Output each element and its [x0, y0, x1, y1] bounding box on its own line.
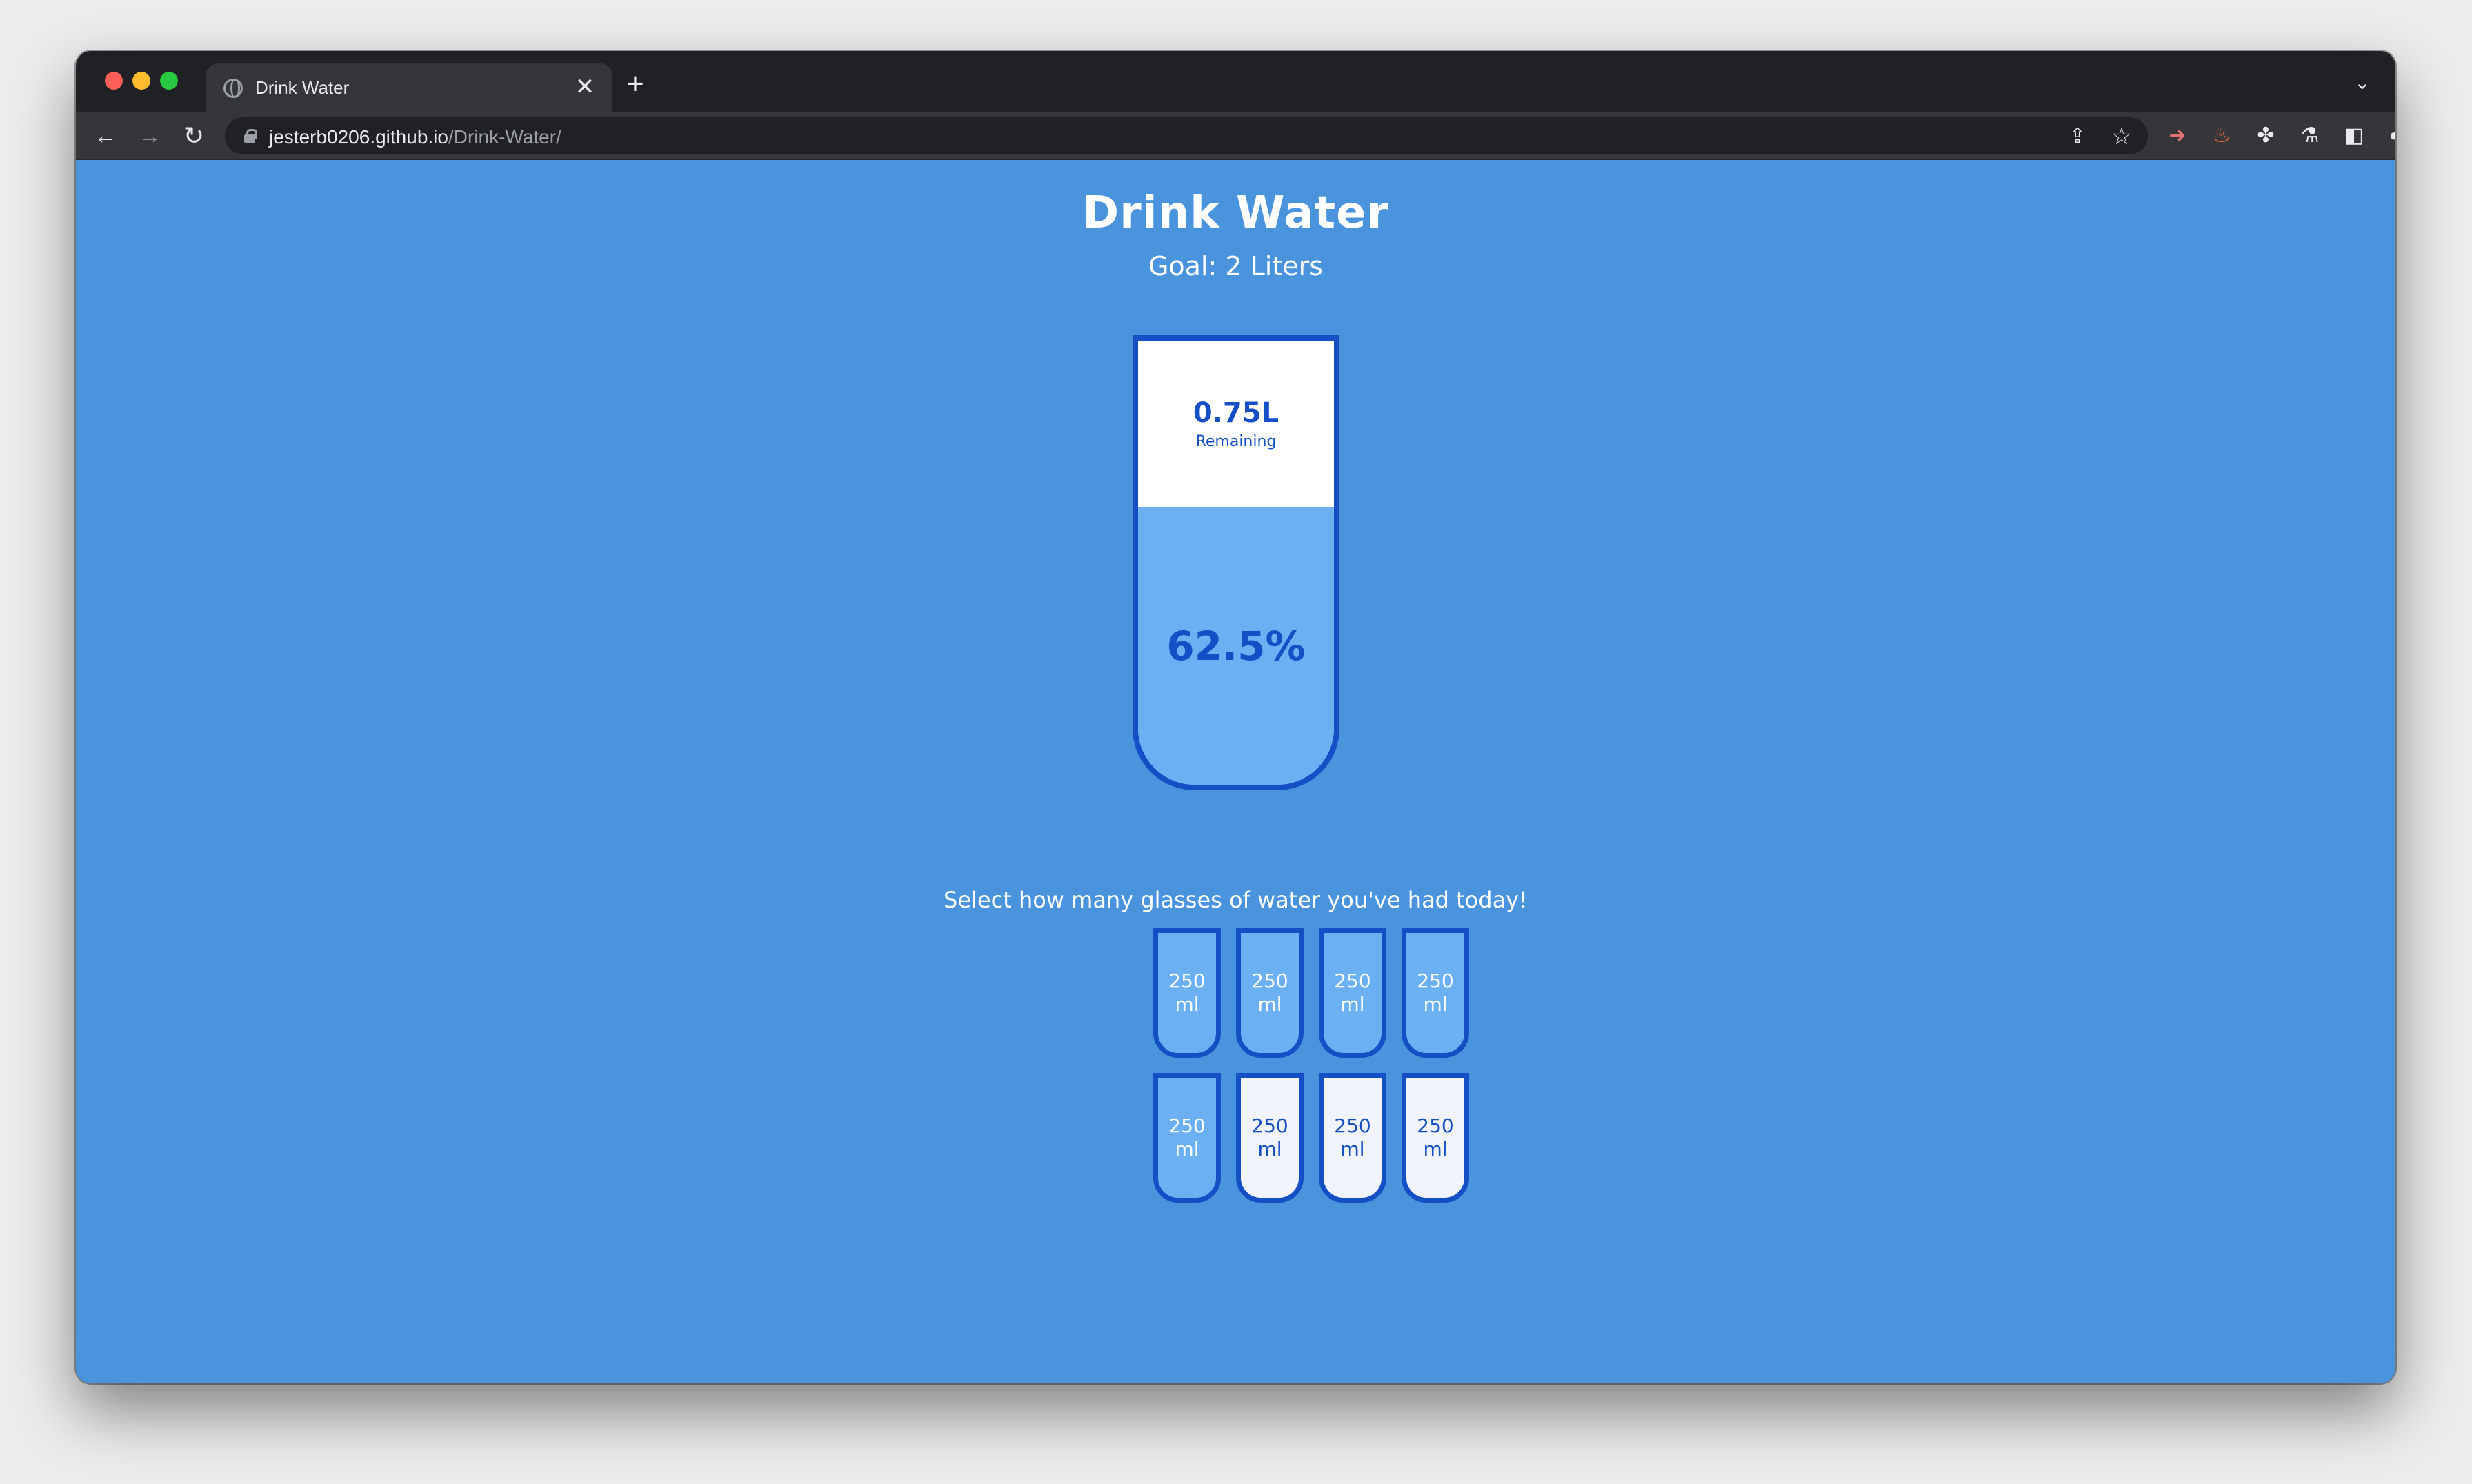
- remained-label: Remaining: [1195, 433, 1277, 450]
- tab-search-chevron-icon[interactable]: ⌄: [2349, 69, 2376, 97]
- cup-unit: ml: [1257, 1138, 1282, 1161]
- labs-flask-icon[interactable]: ⚗: [2294, 120, 2326, 152]
- cup-unit: ml: [1423, 1138, 1448, 1161]
- small-cup[interactable]: 250 ml: [1319, 928, 1386, 1058]
- new-tab-button[interactable]: +: [619, 69, 651, 101]
- profile-icon[interactable]: ●: [2378, 120, 2395, 152]
- percentage-text: 62.5%: [1166, 622, 1306, 670]
- remained-section: 0.75L Remaining: [1138, 341, 1334, 507]
- cup-unit: ml: [1175, 1138, 1199, 1161]
- cup-amount: 250: [1417, 970, 1454, 992]
- cup-unit: ml: [1340, 1138, 1365, 1161]
- tab-title: Drink Water: [255, 77, 350, 98]
- remained-value: 0.75L: [1193, 397, 1279, 429]
- address-bar[interactable]: jesterb0206.github.io/Drink-Water/ ⇪ ☆: [225, 117, 2148, 154]
- url-path: /Drink-Water/: [448, 126, 561, 148]
- reload-icon[interactable]: ↻: [178, 120, 210, 152]
- small-cup[interactable]: 250 ml: [1402, 928, 1469, 1058]
- cup-amount: 250: [1334, 970, 1371, 992]
- small-cup[interactable]: 250 ml: [1402, 1073, 1469, 1203]
- back-arrow-icon[interactable]: ←: [90, 120, 121, 152]
- percentage-fill: 62.5%: [1138, 507, 1334, 785]
- star-icon[interactable]: ☆: [2106, 121, 2137, 152]
- cup-amount: 250: [1334, 1114, 1371, 1137]
- cup-amount: 250: [1251, 1114, 1288, 1137]
- browser-toolbar: ← → ↻ jesterb0206.github.io/Drink-Water/…: [76, 112, 2395, 160]
- cup-unit: ml: [1340, 993, 1365, 1016]
- tab-strip: Drink Water ✕ + ⌄: [76, 51, 2395, 112]
- cup-unit: ml: [1175, 993, 1199, 1016]
- goal-text: Goal: 2 Liters: [1148, 251, 1324, 281]
- close-window-button[interactable]: [105, 72, 123, 90]
- small-cup[interactable]: 250 ml: [1153, 928, 1221, 1058]
- small-cup[interactable]: 250 ml: [1236, 928, 1304, 1058]
- small-cup[interactable]: 250 ml: [1319, 1073, 1386, 1203]
- cup-unit: ml: [1423, 993, 1448, 1016]
- tab-close-icon[interactable]: ✕: [571, 73, 599, 101]
- instruction-text: Select how many glasses of water you've …: [944, 887, 1528, 913]
- zoom-window-button[interactable]: [160, 72, 178, 90]
- page-content: Drink Water Goal: 2 Liters 0.75L Remaini…: [76, 160, 2395, 1383]
- url-host: jesterb0206.github.io: [269, 126, 448, 148]
- fire-extension-icon[interactable]: ♨: [2206, 120, 2237, 152]
- cup-amount: 250: [1251, 970, 1288, 992]
- side-panel-icon[interactable]: ◧: [2338, 120, 2370, 152]
- lock-icon[interactable]: [244, 129, 257, 143]
- cup-amount: 250: [1168, 970, 1206, 992]
- tag-extension-icon[interactable]: ➜: [2162, 120, 2193, 152]
- tab-drink-water[interactable]: Drink Water ✕: [206, 63, 612, 112]
- small-cup[interactable]: 250 ml: [1236, 1073, 1304, 1203]
- cup-unit: ml: [1257, 993, 1282, 1016]
- cup-amount: 250: [1417, 1114, 1454, 1137]
- puzzle-icon[interactable]: ✤: [2250, 120, 2282, 152]
- url-text[interactable]: jesterb0206.github.io/Drink-Water/: [269, 126, 561, 148]
- big-cup: 0.75L Remaining 62.5%: [1133, 335, 1339, 790]
- minimize-window-button[interactable]: [132, 72, 150, 90]
- page-title: Drink Water: [1082, 188, 1390, 239]
- share-icon[interactable]: ⇪: [2062, 121, 2093, 152]
- cup-amount: 250: [1168, 1114, 1206, 1137]
- forward-arrow-icon[interactable]: →: [134, 120, 166, 152]
- small-cups-grid: 250 ml 250 ml 250 ml 250 ml 250 ml 250 m…: [1153, 928, 1471, 1203]
- globe-icon: [223, 79, 243, 98]
- small-cup[interactable]: 250 ml: [1153, 1073, 1221, 1203]
- browser-window: Drink Water ✕ + ⌄ ← → ↻ jesterb0206.gith…: [76, 51, 2395, 1383]
